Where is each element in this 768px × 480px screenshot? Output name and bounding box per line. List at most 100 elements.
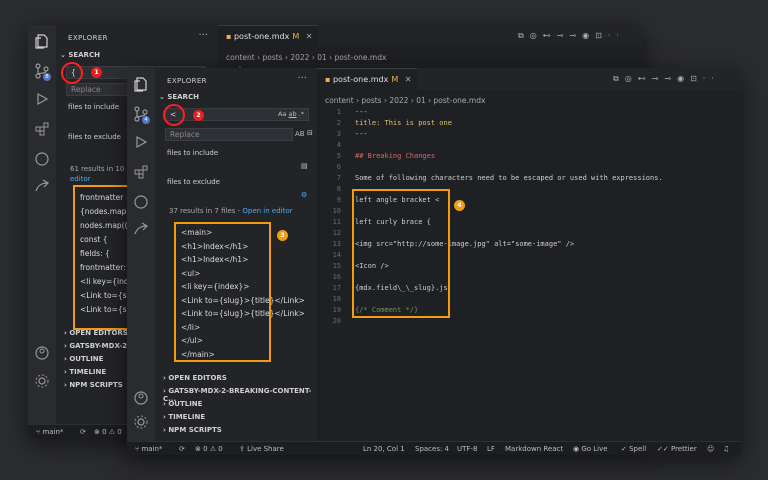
error-count: 0: [203, 445, 208, 453]
branch-indicator[interactable]: ⑂ main*: [135, 445, 162, 453]
files-icon[interactable]: [34, 33, 50, 49]
line-number: 19: [332, 306, 341, 314]
spell-label: Spell: [629, 445, 647, 453]
activity-bar: 4: [127, 68, 155, 441]
open-in-editor-link[interactable]: Open in editor: [242, 207, 292, 215]
code-line[interactable]: ---: [355, 108, 368, 116]
files-exclude-label: files to exclude: [68, 133, 121, 141]
replace-all-icon[interactable]: ⊟: [307, 129, 313, 137]
cursor-position[interactable]: Ln 20, Col 1: [363, 445, 405, 453]
spell-check[interactable]: ✓ Spell: [621, 445, 646, 453]
sidebar-section[interactable]: › GATSBY-MDX-2-B: [64, 342, 135, 350]
sidebar-section[interactable]: › OUTLINE: [64, 355, 103, 363]
prettier-label: Prettier: [670, 445, 697, 453]
regex-toggle[interactable]: .*: [299, 110, 304, 118]
match-case-toggle[interactable]: Aa: [278, 110, 286, 118]
branch-indicator[interactable]: ⑂ main*: [36, 428, 63, 436]
breadcrumb-path: content › posts › 2022 › 01 ›: [325, 96, 434, 105]
remote-icon[interactable]: [34, 179, 50, 195]
go-live-button[interactable]: ◉ Go Live: [573, 445, 608, 453]
sidebar-section-label: OPEN EDITORS: [168, 374, 227, 382]
problems-indicator[interactable]: ⊗ 0 ⚠ 0: [195, 445, 223, 453]
tab-bar: ▪ post-one.mdx M ✕ ⧉◎⊷⊸⊸◉⊡··: [218, 25, 642, 47]
breadcrumb: content › posts › 2022 › 01 › post-one.m…: [226, 53, 386, 62]
tab-post-one[interactable]: ▪ post-one.mdx M ✕: [317, 68, 417, 90]
extensions-icon[interactable]: [133, 164, 149, 180]
sidebar-section[interactable]: › NPM SCRIPTS: [163, 426, 222, 434]
replace-input[interactable]: Replace: [165, 128, 293, 141]
marker-1: 1: [91, 67, 102, 78]
marker-4: 4: [454, 200, 465, 211]
more-actions-icon[interactable]: ···: [198, 30, 208, 41]
language-mode[interactable]: Markdown React: [505, 445, 563, 453]
file-icon: ▪: [226, 32, 232, 41]
close-icon[interactable]: ✕: [405, 75, 412, 84]
remote-icon[interactable]: [133, 222, 149, 238]
line-number: 11: [332, 218, 341, 226]
preserve-case-toggle[interactable]: AB: [295, 130, 305, 138]
run-debug-icon[interactable]: [34, 91, 50, 107]
prettier-status[interactable]: ✓✓ Prettier: [657, 445, 697, 453]
line-number: 1: [336, 108, 341, 116]
line-number: 17: [332, 284, 341, 292]
end-of-line[interactable]: LF: [487, 445, 495, 453]
search-section-header[interactable]: ⌄ SEARCH: [159, 93, 199, 101]
live-share-button[interactable]: ⇪ Live Share: [239, 445, 284, 453]
breadcrumb-file[interactable]: post-one.mdx: [335, 53, 387, 62]
search-input[interactable]: < Aa ab .*: [165, 108, 309, 121]
code-line[interactable]: ## Breaking Changes: [355, 152, 435, 160]
files-icon[interactable]: [133, 76, 149, 92]
encoding[interactable]: UTF-8: [457, 445, 477, 453]
sync-icon[interactable]: ⟳: [179, 445, 185, 453]
code-line[interactable]: title: This is post one: [355, 119, 452, 127]
indentation[interactable]: Spaces: 4: [415, 445, 449, 453]
exclude-settings-icon[interactable]: ⚙: [301, 191, 307, 199]
editor-toolbar-icons[interactable]: ⧉◎⊷⊸⊸◉⊡··: [518, 31, 625, 41]
sync-icon[interactable]: ⟳: [80, 428, 86, 436]
line-number: 18: [332, 295, 341, 303]
breadcrumb-file[interactable]: post-one.mdx: [434, 96, 486, 105]
github-icon[interactable]: [133, 194, 149, 210]
account-icon[interactable]: [133, 390, 149, 406]
search-options[interactable]: Aa ab .*: [278, 110, 304, 118]
more-actions-icon[interactable]: ···: [297, 73, 307, 84]
account-icon[interactable]: [34, 345, 50, 361]
close-icon[interactable]: ✕: [306, 32, 313, 41]
sidebar-section-label: TIMELINE: [69, 368, 107, 376]
status-bar: ⑂ main* ⟳ ⊗ 0 ⚠ 0 ⇪ Live Share Ln 20, Co…: [127, 441, 741, 455]
sidebar-section[interactable]: › NPM SCRIPTS: [64, 381, 123, 389]
sidebar-section[interactable]: › TIMELINE: [163, 413, 205, 421]
sidebar-section-label: OUTLINE: [69, 355, 104, 363]
extensions-icon[interactable]: [34, 121, 50, 137]
code-line[interactable]: ---: [355, 130, 368, 138]
code-line[interactable]: Some of following characters need to be …: [355, 174, 663, 182]
settings-gear-icon[interactable]: [133, 414, 149, 430]
github-icon[interactable]: [34, 151, 50, 167]
sidebar-section-label: NPM SCRIPTS: [168, 426, 222, 434]
tab-post-one[interactable]: ▪ post-one.mdx M ✕: [218, 25, 318, 47]
search-section-header[interactable]: ⌄ SEARCH: [60, 51, 100, 59]
line-number: 13: [332, 240, 341, 248]
results-count: 37 results in 7 files -: [169, 207, 243, 215]
editor-toolbar-icons[interactable]: ⧉◎⊷⊸⊸◉⊡··: [613, 74, 720, 84]
line-number: 8: [336, 185, 341, 193]
modified-indicator: M: [391, 75, 399, 84]
files-include-label: files to include: [68, 103, 120, 111]
sidebar-section[interactable]: › OPEN EDITORS: [163, 374, 227, 382]
sidebar-section-label: OPEN EDITORS: [69, 329, 128, 337]
problems-indicator[interactable]: ⊗ 0 ⚠ 0: [94, 428, 122, 436]
activity-bar: 8: [28, 25, 56, 424]
files-exclude-label: files to exclude: [167, 178, 220, 186]
feedback-icon[interactable]: ☺: [707, 445, 714, 453]
book-icon[interactable]: ▤: [301, 162, 308, 170]
sidebar-section[interactable]: › OPEN EDITORS: [64, 329, 128, 337]
sidebar-section[interactable]: › TIMELINE: [64, 368, 106, 376]
notifications-icon[interactable]: ♫: [723, 445, 729, 453]
run-debug-icon[interactable]: [133, 134, 149, 150]
open-in-editor-link[interactable]: editor: [70, 175, 91, 183]
settings-gear-icon[interactable]: [34, 373, 50, 389]
sidebar-section[interactable]: › OUTLINE: [163, 400, 202, 408]
line-number: 20: [332, 317, 341, 325]
whole-word-toggle[interactable]: ab: [288, 110, 296, 118]
line-number: 2: [336, 119, 341, 127]
